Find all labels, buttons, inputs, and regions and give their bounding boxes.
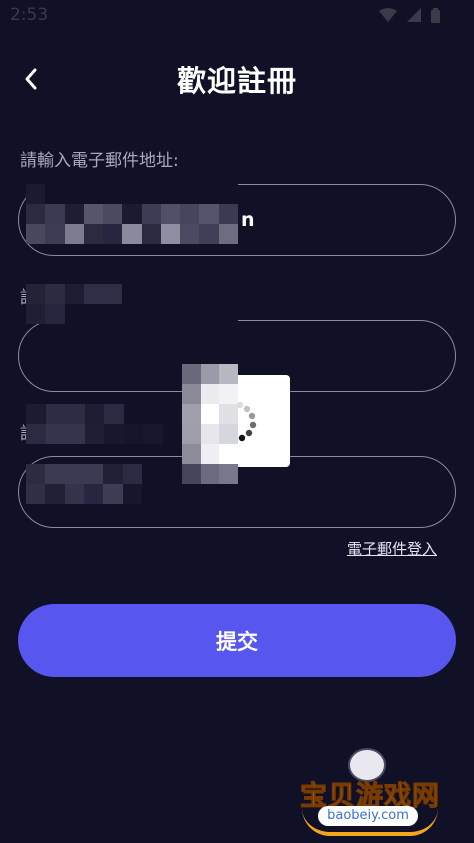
- watermark-logo: 宝贝游戏网 baobeiy.com: [296, 744, 444, 840]
- redacted-label3-mosaic: [26, 404, 182, 444]
- redacted-label2-mosaic: [26, 284, 238, 324]
- email-login-link[interactable]: 電子郵件登入: [347, 538, 437, 559]
- watermark-domain: baobeiy.com: [318, 806, 418, 826]
- email-label: 請輸入電子郵件地址:: [20, 151, 179, 171]
- status-icons: [379, 7, 440, 23]
- loading-spinner-icon: [236, 401, 257, 442]
- signal-icon: [407, 8, 421, 22]
- email-value-tail: n: [241, 209, 255, 231]
- redacted-field3-mosaic: [26, 464, 142, 504]
- battery-icon: [431, 7, 440, 23]
- status-bar: 2:53: [0, 0, 474, 30]
- page-title: 歡迎註冊: [176, 64, 297, 98]
- status-time: 2:53: [10, 5, 49, 25]
- register-screen: 2:53 歡迎註冊 請輸入電子郵件地址: n 請 請: [0, 0, 474, 843]
- redacted-email-mosaic: [26, 184, 238, 244]
- submit-button[interactable]: 提交: [18, 604, 456, 677]
- redacted-dialog-mosaic: [182, 364, 238, 484]
- wifi-icon: [379, 8, 397, 22]
